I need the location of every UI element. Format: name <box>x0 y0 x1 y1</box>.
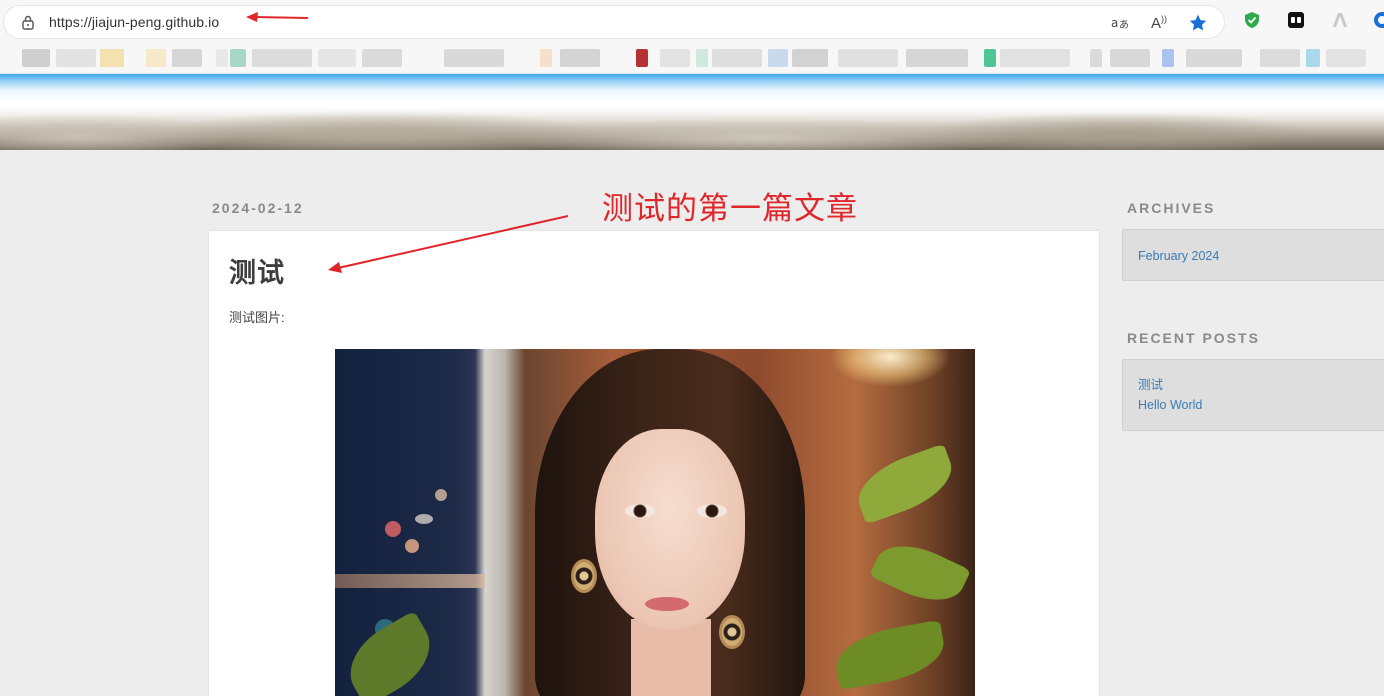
bookmark-item[interactable] <box>1000 49 1070 67</box>
bookmark-item[interactable] <box>768 49 788 67</box>
portrait-lips <box>645 597 689 611</box>
favorite-star-icon[interactable] <box>1188 13 1208 33</box>
bookmark-item[interactable] <box>318 49 356 67</box>
bookmark-item[interactable] <box>838 49 898 67</box>
profile-icon[interactable] <box>1373 11 1384 29</box>
portrait-neck <box>631 619 711 696</box>
plant-leaf <box>869 532 971 614</box>
bookmark-item[interactable] <box>984 49 996 67</box>
bookmark-item[interactable] <box>560 49 600 67</box>
bookmark-item[interactable] <box>1306 49 1320 67</box>
bookmark-item[interactable] <box>230 49 246 67</box>
plant-leaf <box>831 619 949 691</box>
bokeh-light <box>405 539 419 553</box>
browser-toolbar: https://jiajun-peng.github.io aあ A)) <box>0 0 1384 44</box>
post-date: 2024-02-12 <box>212 200 304 216</box>
bookmark-item[interactable] <box>660 49 690 67</box>
bookmark-item[interactable] <box>1186 49 1242 67</box>
earring <box>719 615 745 649</box>
post-card: 测试 测试图片: <box>208 230 1100 696</box>
bookmark-item[interactable] <box>906 49 968 67</box>
recent-posts-widget: 测试 Hello World <box>1122 359 1384 431</box>
archives-widget: February 2024 <box>1122 229 1384 281</box>
bookmarks-bar <box>0 44 1384 74</box>
annotation-label: 测试的第一篇文章 <box>602 191 858 227</box>
balcony-rail <box>335 574 485 588</box>
read-aloud-icon[interactable]: A)) <box>1149 13 1169 33</box>
bookmark-item[interactable] <box>540 49 552 67</box>
bookmark-item[interactable] <box>1110 49 1150 67</box>
bookmark-item[interactable] <box>362 49 402 67</box>
read-aloud-label: A <box>1150 14 1161 32</box>
svg-text:あ: あ <box>1119 19 1129 31</box>
lock-icon[interactable] <box>20 14 36 30</box>
post-photo <box>335 349 975 696</box>
url-text[interactable]: https://jiajun-peng.github.io <box>49 14 219 30</box>
bookmark-item[interactable] <box>216 49 228 67</box>
earring <box>571 559 597 593</box>
portrait-eye <box>697 504 727 518</box>
app-extension-icon[interactable] <box>1331 11 1349 29</box>
plant-leaf <box>336 610 444 696</box>
bookmark-item[interactable] <box>1090 49 1102 67</box>
header-banner-image <box>0 74 1384 150</box>
bookmark-item[interactable] <box>146 49 166 67</box>
svg-text:a: a <box>1111 16 1118 30</box>
bookmark-item[interactable] <box>696 49 708 67</box>
bookmark-item[interactable] <box>1326 49 1366 67</box>
plant-leaf <box>849 443 961 525</box>
bookmark-item[interactable] <box>100 49 124 67</box>
recent-post-link[interactable]: 测试 <box>1138 375 1369 395</box>
bookmark-item[interactable] <box>712 49 762 67</box>
bookmark-item[interactable] <box>252 49 312 67</box>
address-bar[interactable]: https://jiajun-peng.github.io aあ A)) <box>4 6 1224 38</box>
bookmark-item[interactable] <box>792 49 828 67</box>
bookmark-item[interactable] <box>1162 49 1174 67</box>
game-extension-icon[interactable] <box>1287 11 1305 29</box>
bokeh-light <box>435 489 447 501</box>
recent-post-link[interactable]: Hello World <box>1138 395 1369 415</box>
bookmark-item[interactable] <box>172 49 202 67</box>
recent-posts-heading: RECENT POSTS <box>1127 330 1260 346</box>
archive-link[interactable]: February 2024 <box>1138 246 1369 266</box>
bokeh-light <box>385 521 401 537</box>
bookmark-item[interactable] <box>22 49 50 67</box>
bookmark-item[interactable] <box>636 49 648 67</box>
archives-heading: ARCHIVES <box>1127 200 1216 216</box>
bookmark-item[interactable] <box>56 49 96 67</box>
post-title[interactable]: 测试 <box>229 251 285 290</box>
bookmark-item[interactable] <box>1260 49 1300 67</box>
post-body-text: 测试图片: <box>229 310 285 325</box>
shield-extension-icon[interactable] <box>1243 11 1261 29</box>
bokeh-light <box>415 514 433 524</box>
bookmark-item[interactable] <box>444 49 504 67</box>
translate-icon[interactable]: aあ <box>1110 13 1130 33</box>
portrait-eye <box>625 504 655 518</box>
